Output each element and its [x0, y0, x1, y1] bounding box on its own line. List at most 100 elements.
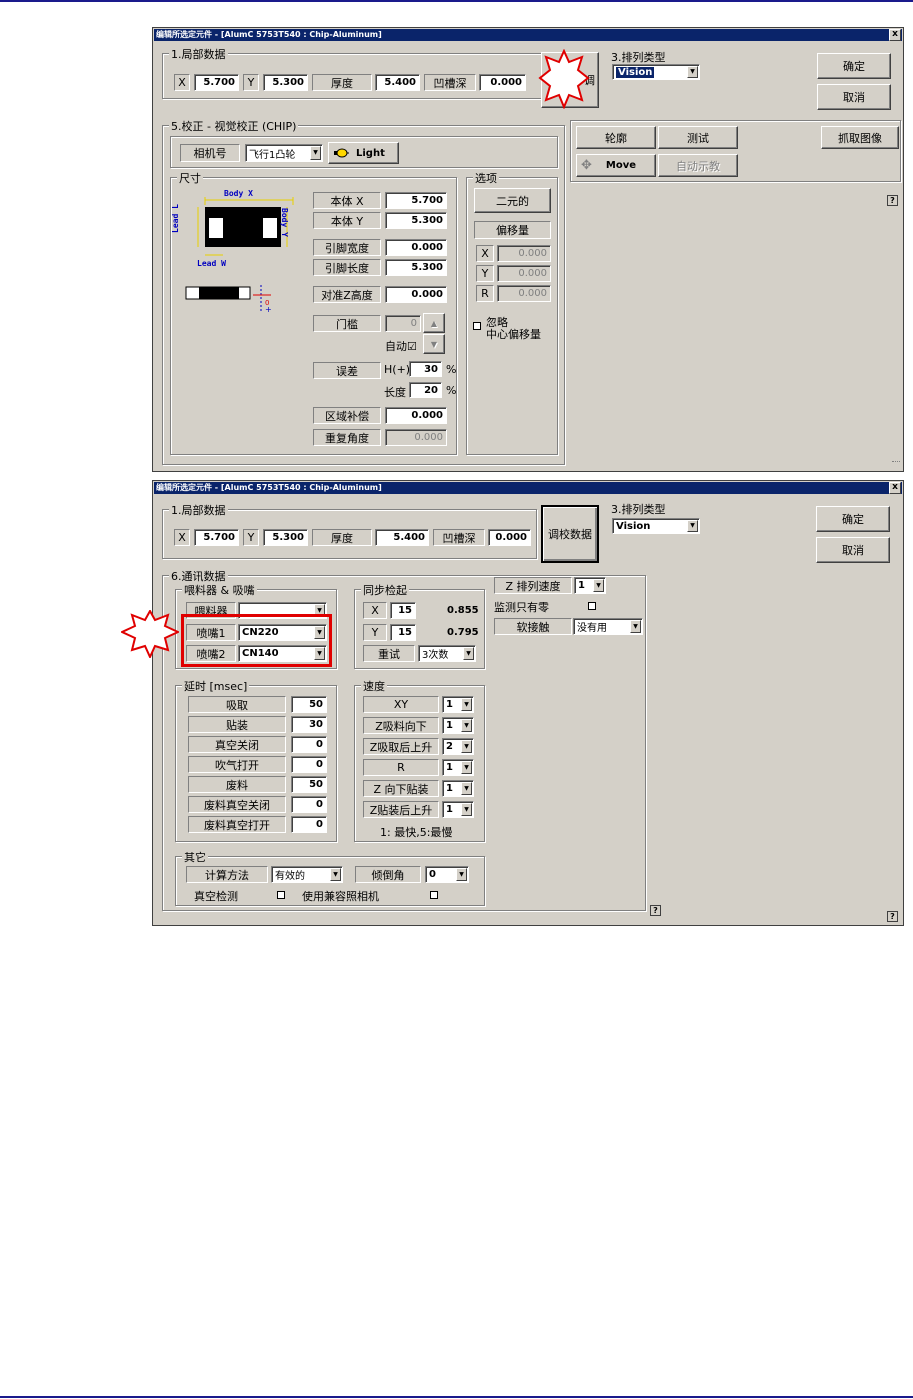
- h-plus-field[interactable]: 30: [409, 361, 442, 377]
- calc-method-label: 计算方法: [186, 866, 268, 883]
- delay-field[interactable]: 50: [291, 776, 327, 793]
- body-y-label: 本体 Y: [313, 212, 381, 229]
- sync-y-field[interactable]: 15: [390, 624, 416, 641]
- thickness-field[interactable]: 5.400: [375, 74, 420, 91]
- speed-value: 1: [446, 762, 453, 773]
- auto-teach-button[interactable]: 自动示教: [658, 154, 738, 177]
- edit-component-window-vision: 编辑所选定元件 - [AlumC 5753T540 : Chip-Aluminu…: [152, 27, 904, 472]
- close-button[interactable]: x: [889, 482, 901, 494]
- arrow-up-icon: ▲: [430, 318, 438, 328]
- speed-label: R: [363, 759, 439, 776]
- x-field[interactable]: 5.700: [194, 74, 239, 91]
- body-x-field[interactable]: 5.700: [385, 192, 447, 209]
- threshold-up-button[interactable]: ▲: [423, 313, 445, 333]
- z-arrange-speed-value: 1: [578, 580, 585, 591]
- light-button-label: Light: [356, 147, 385, 159]
- x-label: X: [174, 74, 190, 91]
- chevron-down-icon: ▼: [330, 868, 341, 881]
- delay-field[interactable]: 0: [291, 736, 327, 753]
- lead-width-field[interactable]: 0.000: [385, 239, 447, 256]
- outline-button[interactable]: 轮廓: [576, 126, 656, 149]
- offset-label: 偏移量: [474, 221, 551, 239]
- repeat-angle-field[interactable]: 0.000: [385, 429, 447, 446]
- speed-select[interactable]: 1 ▼: [442, 780, 474, 797]
- arrange-type-select[interactable]: Vision ▼: [612, 518, 700, 534]
- sync-pickup-caption: 同步检起: [361, 582, 409, 598]
- delay-label: 废料真空关闭: [188, 796, 286, 813]
- diagram-body-y-label: Body Y: [280, 208, 289, 237]
- vacuum-check-checkbox[interactable]: [277, 891, 285, 899]
- camera-select[interactable]: 飞行1凸轮 ▼: [245, 144, 323, 162]
- page-header-rule: [0, 0, 913, 2]
- offset-x-field[interactable]: 0.000: [497, 245, 551, 262]
- retry-select[interactable]: 3次数 ▼: [418, 645, 476, 662]
- groove-depth-field[interactable]: 0.000: [479, 74, 526, 91]
- cancel-button[interactable]: 取消: [816, 537, 890, 563]
- ok-button[interactable]: 确定: [816, 506, 890, 532]
- sync-x-label: X: [363, 602, 387, 619]
- threshold-down-button[interactable]: ▼: [423, 334, 445, 354]
- help-button[interactable]: ?: [650, 905, 661, 916]
- y-field[interactable]: 5.300: [263, 74, 308, 91]
- delay-field[interactable]: 0: [291, 796, 327, 813]
- arrow-down-icon: ▼: [430, 339, 438, 349]
- retry-value: 3次数: [422, 650, 449, 661]
- offset-y-field[interactable]: 0.000: [497, 265, 551, 282]
- compat-camera-checkbox[interactable]: [430, 891, 438, 899]
- help-button[interactable]: ?: [887, 195, 898, 206]
- close-button[interactable]: x: [889, 29, 901, 41]
- binary-button[interactable]: 二元的: [474, 188, 551, 213]
- ignore-line2: 中心偏移量: [486, 328, 541, 341]
- delay-field[interactable]: 50: [291, 696, 327, 713]
- help-button[interactable]: ?: [887, 911, 898, 922]
- test-button[interactable]: 测试: [658, 126, 738, 149]
- z-arrange-speed-select[interactable]: 1 ▼: [574, 577, 606, 594]
- speed-select[interactable]: 2 ▼: [442, 738, 474, 755]
- delay-field[interactable]: 30: [291, 716, 327, 733]
- ignore-center-offset-checkbox[interactable]: [473, 322, 481, 330]
- calc-method-select[interactable]: 有效的 ▼: [271, 866, 343, 883]
- align-z-height-field[interactable]: 0.000: [385, 286, 447, 303]
- speed-select[interactable]: 1 ▼: [442, 801, 474, 818]
- monitor-zero-checkbox[interactable]: [588, 602, 596, 610]
- length-field[interactable]: 20: [409, 382, 442, 398]
- ok-button[interactable]: 确定: [817, 53, 891, 79]
- sync-x-field[interactable]: 15: [390, 602, 416, 619]
- soft-touch-value: 没有用: [577, 623, 607, 634]
- cancel-button[interactable]: 取消: [817, 84, 891, 110]
- area-compensation-field[interactable]: 0.000: [385, 407, 447, 424]
- auto-checkbox-label[interactable]: 自动☑: [385, 338, 417, 354]
- speed-value: 1: [446, 720, 453, 731]
- offset-x-label: X: [476, 245, 494, 262]
- move-button[interactable]: ✥ Move: [576, 154, 656, 177]
- arrange-type-select[interactable]: Vision ▼: [612, 64, 700, 80]
- move-button-label: Move: [605, 160, 637, 171]
- grab-image-button[interactable]: 抓取图像: [821, 126, 899, 149]
- thickness-label: 厚度: [312, 74, 372, 91]
- lead-length-field[interactable]: 5.300: [385, 259, 447, 276]
- speed-select[interactable]: 1 ▼: [442, 696, 474, 713]
- chevron-down-icon: ▼: [593, 579, 604, 592]
- tilt-angle-value: 0: [429, 869, 436, 880]
- light-button[interactable]: Light: [328, 142, 399, 164]
- speed-select[interactable]: 1 ▼: [442, 759, 474, 776]
- h-plus-unit: %: [446, 363, 457, 376]
- y-field[interactable]: 5.300: [263, 529, 308, 546]
- threshold-field[interactable]: 0: [385, 315, 421, 332]
- calibration-data-button[interactable]: 调校数据: [541, 505, 599, 563]
- arrange-type-label: 3.排列类型: [611, 51, 666, 64]
- soft-touch-select[interactable]: 没有用 ▼: [573, 618, 643, 635]
- delay-field[interactable]: 0: [291, 816, 327, 833]
- delay-label: 吹气打开: [188, 756, 286, 773]
- offset-r-field[interactable]: 0.000: [497, 285, 551, 302]
- x-field[interactable]: 5.700: [194, 529, 239, 546]
- delay-field[interactable]: 0: [291, 756, 327, 773]
- speed-select[interactable]: 1 ▼: [442, 717, 474, 734]
- local-data-caption: 1.局部数据: [169, 46, 228, 62]
- delay-label: 贴装: [188, 716, 286, 733]
- thickness-field[interactable]: 5.400: [375, 529, 429, 546]
- groove-depth-field[interactable]: 0.000: [488, 529, 531, 546]
- feeder-nozzle-caption: 喂料器 & 吸嘴: [182, 582, 257, 598]
- tilt-angle-select[interactable]: 0 ▼: [425, 866, 469, 883]
- body-y-field[interactable]: 5.300: [385, 212, 447, 229]
